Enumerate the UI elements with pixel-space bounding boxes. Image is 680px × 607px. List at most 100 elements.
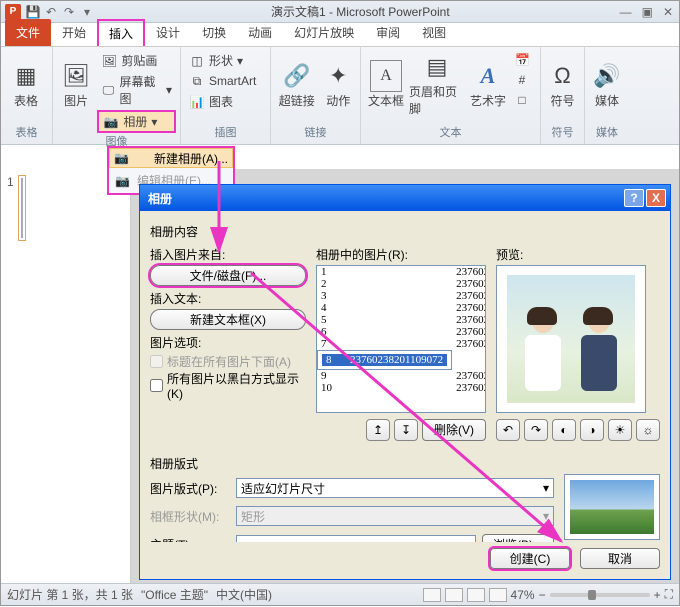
media-label: 媒体 xyxy=(595,92,619,109)
preview-label: 预览: xyxy=(496,246,660,263)
textbox-button[interactable]: A文本框 xyxy=(365,49,407,119)
object-button[interactable]: □ xyxy=(511,91,533,109)
list-item[interactable]: 923760238201109072 xyxy=(317,370,486,382)
picture-button[interactable]: 🖼图片 xyxy=(57,49,95,119)
tab-design[interactable]: 设计 xyxy=(145,19,191,46)
media-button[interactable]: 🔊媒体 xyxy=(589,49,625,119)
qat-undo-icon[interactable]: ↶ xyxy=(43,4,59,20)
list-item[interactable]: 423760238201109072 xyxy=(317,302,486,314)
album-dialog: 相册 ? X 相册内容 插入图片来自: 文件/磁盘(F)... 插入文本: 新建… xyxy=(139,184,671,580)
pic-options-label: 图片选项: xyxy=(150,334,306,351)
app-icon: P xyxy=(5,4,21,20)
list-item[interactable]: 223760238201109072 xyxy=(317,278,486,290)
create-button[interactable]: 创建(C) xyxy=(490,548,570,569)
tables-button[interactable]: ▦表格 xyxy=(5,49,47,119)
minimize-button[interactable]: — xyxy=(618,5,634,19)
brightness-down-button[interactable]: ☼ xyxy=(636,419,660,441)
shapes-button[interactable]: ◫形状▾ xyxy=(185,51,260,70)
group-illus-label: 插图 xyxy=(185,124,266,142)
ribbon: ▦表格 表格 🖼图片 🖼剪贴画 🖵屏幕截图▾ 📷相册▾ 图像 ◫形状▾ ⧉Sma… xyxy=(1,47,679,145)
zoom-out-button[interactable]: − xyxy=(539,588,546,602)
browse-button[interactable]: 浏览(B)... xyxy=(482,534,554,542)
zoom-slider[interactable] xyxy=(550,593,650,597)
tables-label: 表格 xyxy=(14,92,38,109)
tab-file[interactable]: 文件 xyxy=(5,19,51,46)
list-item[interactable]: 823760238201109072 xyxy=(317,350,452,370)
tab-transition[interactable]: 切换 xyxy=(191,19,237,46)
new-album-item[interactable]: 📷新建相册(A)... xyxy=(109,148,233,168)
album-icon: 📷 xyxy=(115,174,131,188)
move-down-button[interactable]: ↧ xyxy=(394,419,418,441)
zoom-level[interactable]: 47% xyxy=(511,588,535,602)
chevron-down-icon: ▾ xyxy=(237,54,243,68)
tab-insert[interactable]: 插入 xyxy=(97,19,145,46)
chart-button[interactable]: 📊图表 xyxy=(185,92,260,111)
chevron-down-icon: ▾ xyxy=(166,83,172,97)
screenshot-button[interactable]: 🖵屏幕截图▾ xyxy=(97,72,176,108)
brightness-up-button[interactable]: ☀ xyxy=(608,419,632,441)
headerfooter-label: 页眉和页脚 xyxy=(409,83,465,117)
list-item[interactable]: 1023760238201109072 xyxy=(317,382,486,394)
list-item[interactable]: 623760238201109072 xyxy=(317,326,486,338)
fit-button[interactable]: ⛶ xyxy=(665,587,673,602)
contrast-up-button[interactable]: ◐ xyxy=(552,419,576,441)
rotate-left-button[interactable]: ↶ xyxy=(496,419,520,441)
slidenum-button[interactable]: # xyxy=(511,71,533,89)
qat-save-icon[interactable]: 💾 xyxy=(25,4,41,20)
theme-input[interactable] xyxy=(236,535,476,543)
qat-more-icon[interactable]: ▾ xyxy=(79,4,95,20)
slide-thumbnail[interactable] xyxy=(18,175,26,241)
frame-shape-label: 相框形状(M): xyxy=(150,508,230,525)
action-button[interactable]: ✦动作 xyxy=(320,49,356,119)
datetime-button[interactable]: 📅 xyxy=(511,51,533,69)
move-up-button[interactable]: ↥ xyxy=(366,419,390,441)
headerfooter-button[interactable]: ▤页眉和页脚 xyxy=(409,49,465,119)
smartart-button[interactable]: ⧉SmartArt xyxy=(185,72,260,90)
hyperlink-button[interactable]: 🔗超链接 xyxy=(275,49,318,119)
remove-button[interactable]: 删除(V) xyxy=(422,419,486,441)
tab-view[interactable]: 视图 xyxy=(411,19,457,46)
list-item[interactable]: 523760238201109072 xyxy=(317,314,486,326)
album-button[interactable]: 📷相册▾ xyxy=(97,110,176,133)
pic-layout-select[interactable]: 适应幻灯片尺寸▾ xyxy=(236,478,554,498)
slide-thumbnails[interactable]: 1 xyxy=(1,169,131,583)
view-reading-button[interactable] xyxy=(467,588,485,602)
list-item[interactable]: 723760238201109072 xyxy=(317,338,486,350)
bw-label: 所有图片以黑白方式显示(K) xyxy=(167,370,306,401)
section-layout-label: 相册版式 xyxy=(150,455,660,472)
group-text-label: 文本 xyxy=(365,124,536,142)
restore-button[interactable]: ▣ xyxy=(640,5,655,19)
bw-checkbox[interactable]: 所有图片以黑白方式显示(K) xyxy=(150,370,306,401)
view-slideshow-button[interactable] xyxy=(489,588,507,602)
list-item[interactable]: 323760238201109072 xyxy=(317,290,486,302)
dialog-help-button[interactable]: ? xyxy=(624,189,644,207)
album-icon: 📷 xyxy=(103,114,119,130)
new-textbox-button[interactable]: 新建文本框(X) xyxy=(150,309,306,330)
file-disk-button[interactable]: 文件/磁盘(F)... xyxy=(150,265,306,286)
group-tables-label: 表格 xyxy=(5,124,48,142)
frame-shape-value: 矩形 xyxy=(241,508,265,525)
tab-animation[interactable]: 动画 xyxy=(237,19,283,46)
hyperlink-label: 超链接 xyxy=(279,92,315,109)
tab-home[interactable]: 开始 xyxy=(51,19,97,46)
cancel-button[interactable]: 取消 xyxy=(580,548,660,569)
contrast-down-button[interactable]: ◑ xyxy=(580,419,604,441)
tab-review[interactable]: 审阅 xyxy=(365,19,411,46)
view-sorter-button[interactable] xyxy=(445,588,463,602)
list-item[interactable]: 123760238201109081 xyxy=(317,266,486,278)
rotate-right-button[interactable]: ↷ xyxy=(524,419,548,441)
table-icon: ▦ xyxy=(10,60,42,92)
clipart-button[interactable]: 🖼剪贴画 xyxy=(97,51,176,70)
album-listbox[interactable]: 1237602382011090812237602382011090723237… xyxy=(316,265,486,413)
zoom-in-button[interactable]: + xyxy=(654,588,661,602)
dialog-close-button[interactable]: X xyxy=(646,189,666,207)
language[interactable]: 中文(中国) xyxy=(216,586,272,603)
tab-slideshow[interactable]: 幻灯片放映 xyxy=(283,19,365,46)
chart-icon: 📊 xyxy=(189,94,205,110)
close-button[interactable]: ✕ xyxy=(661,5,675,19)
symbols-button[interactable]: Ω符号 xyxy=(545,49,580,119)
view-normal-button[interactable] xyxy=(423,588,441,602)
wordart-button[interactable]: A艺术字 xyxy=(467,49,509,119)
caption-label: 标题在所有图片下面(A) xyxy=(167,353,291,370)
qat-redo-icon[interactable]: ↷ xyxy=(61,4,77,20)
